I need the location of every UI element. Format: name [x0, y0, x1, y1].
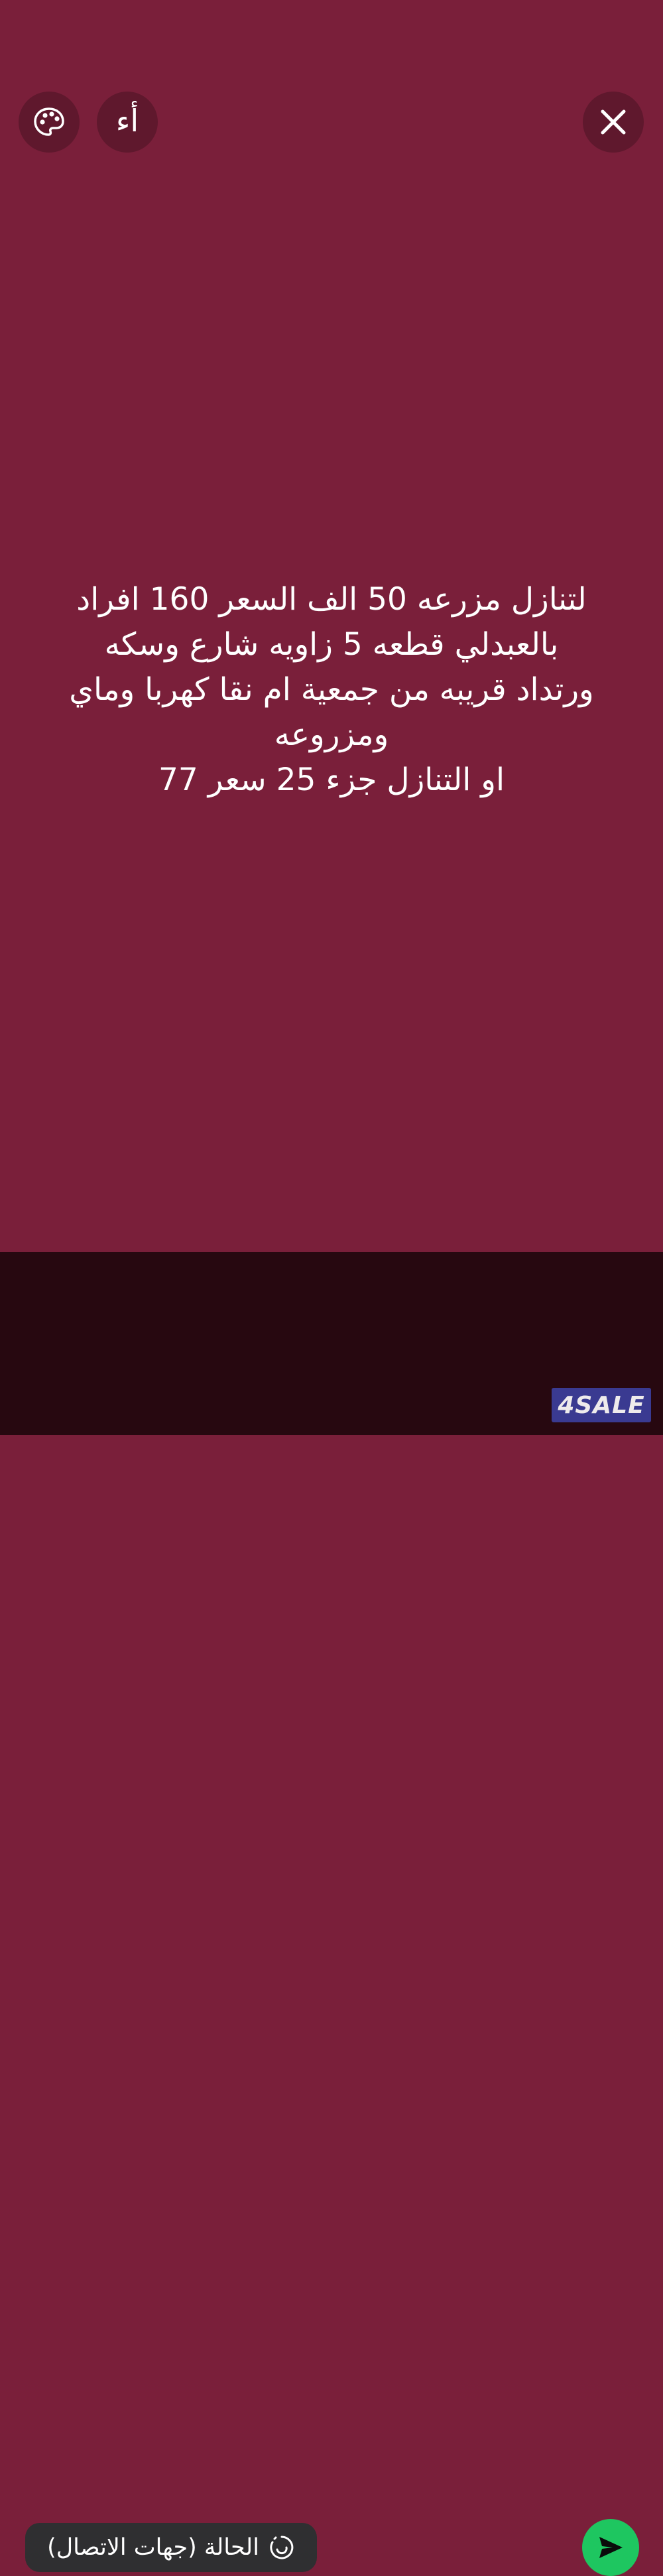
watermark-text: 4SALE: [558, 1391, 645, 1419]
status-compose-area[interactable]: أء لتنازل مزرعه 50 الف السعر 160 افراد ب…: [0, 0, 663, 1252]
status-audience-label: الحالة (جهات الاتصال): [47, 2534, 259, 2561]
status-audience-selector[interactable]: الحالة (جهات الاتصال): [25, 2523, 317, 2572]
send-icon: [599, 2537, 623, 2558]
font-style-button[interactable]: أء: [97, 92, 158, 153]
font-style-label: أء: [115, 103, 139, 139]
palette-icon: [34, 107, 64, 136]
watermark-logo: 4SALE: [552, 1388, 651, 1422]
status-ring-icon: [269, 2534, 295, 2561]
status-text[interactable]: لتنازل مزرعه 50 الف السعر 160 افراد بالع…: [27, 577, 636, 803]
close-button[interactable]: [583, 92, 644, 153]
send-button[interactable]: [582, 2519, 639, 2576]
background-color-button[interactable]: [19, 92, 80, 153]
close-icon: [601, 109, 626, 135]
